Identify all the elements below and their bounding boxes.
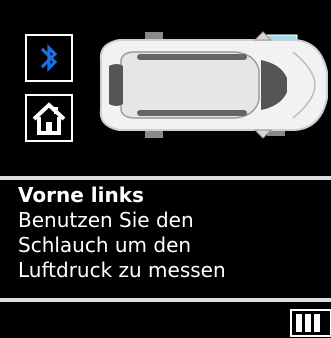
- instruction-message: Vorne links Benutzen Sie den Schlauch um…: [18, 183, 328, 283]
- message-title: Vorne links: [18, 183, 144, 207]
- vehicle-diagram: [99, 31, 328, 139]
- battery-icon: [290, 309, 331, 337]
- bluetooth-button[interactable]: [25, 34, 73, 82]
- tpms-screen: Vorne links Benutzen Sie den Schlauch um…: [0, 0, 331, 337]
- home-button[interactable]: [25, 94, 73, 142]
- divider-top: [0, 176, 331, 180]
- message-line-1: Benutzen Sie den: [18, 208, 194, 232]
- divider-bottom: [0, 298, 331, 302]
- home-icon: [32, 102, 66, 135]
- message-line-3: Luftdruck zu messen: [18, 258, 226, 282]
- message-line-2: Schlauch um den: [18, 233, 192, 257]
- bluetooth-icon: [29, 38, 69, 78]
